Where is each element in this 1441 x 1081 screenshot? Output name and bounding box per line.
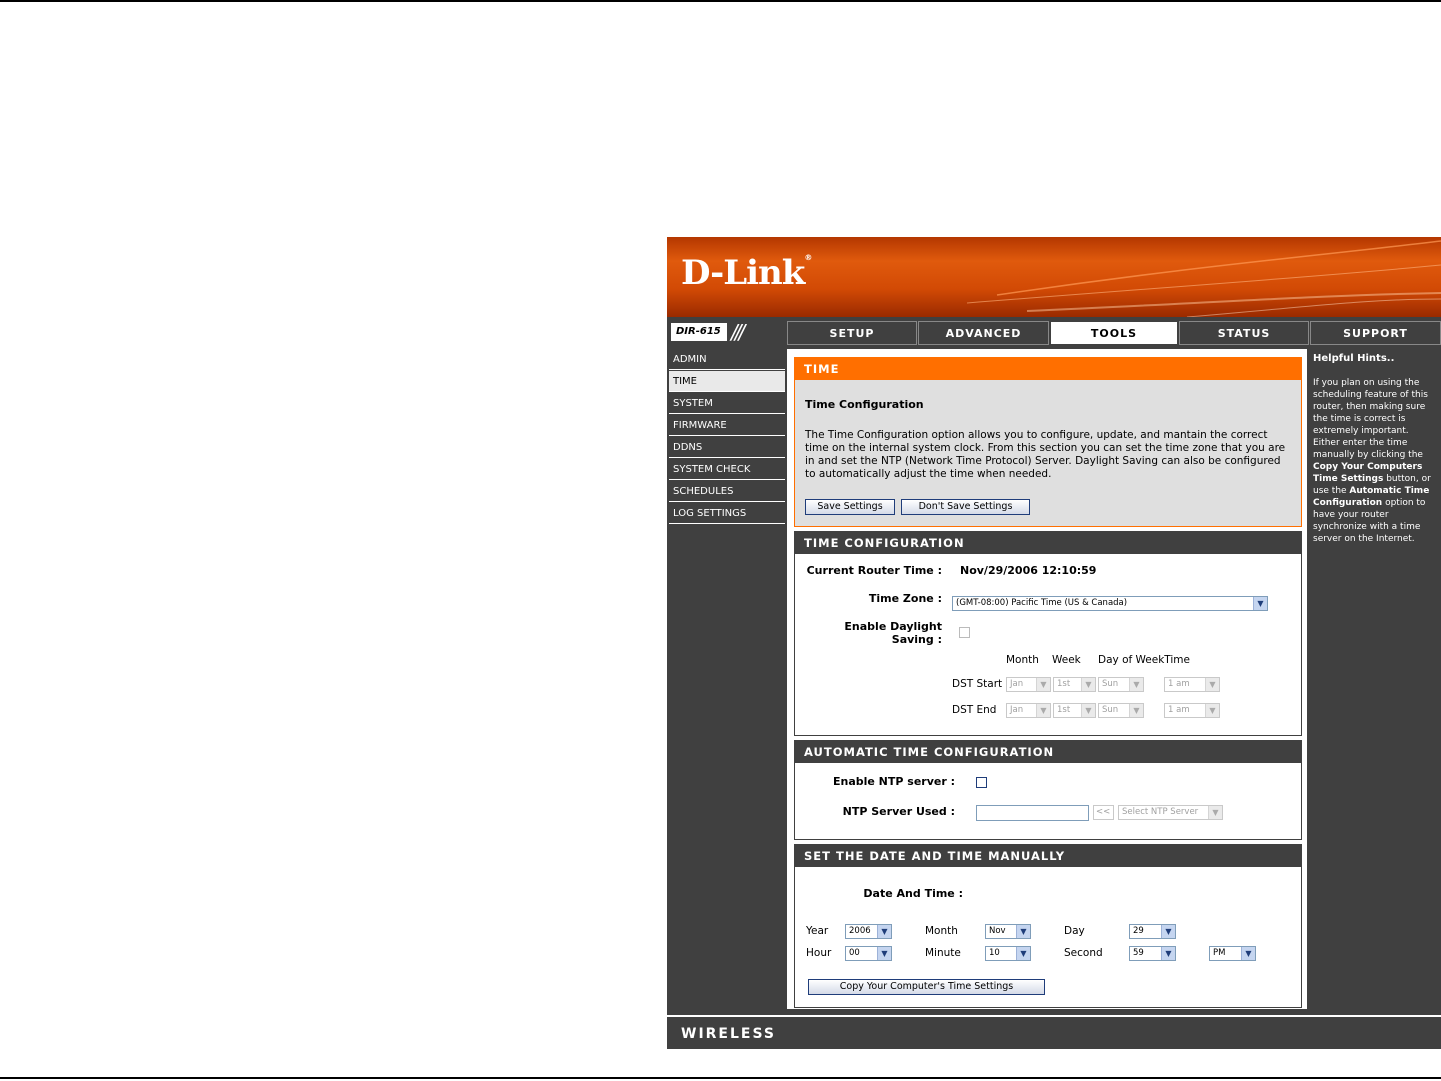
dst-week-column-label: Week xyxy=(1052,654,1081,666)
main-content: TIME Time Configuration The Time Configu… xyxy=(787,349,1307,1009)
enable-daylight-saving-label: Enable Daylight Saving : xyxy=(844,620,942,646)
chevron-down-icon: ▼ xyxy=(1205,704,1219,717)
helpful-hints-title: Helpful Hints.. xyxy=(1313,353,1395,364)
chevron-down-icon: ▼ xyxy=(1241,947,1255,960)
dst-end-time-select[interactable]: 1 am ▼ xyxy=(1164,703,1220,718)
sidebar-item-schedules[interactable]: SCHEDULES xyxy=(669,481,785,502)
chevron-down-icon: ▼ xyxy=(1205,678,1219,691)
current-router-time-label: Current Router Time : xyxy=(806,564,942,577)
top-nav: DIR-615 /// SETUP ADVANCED TOOLS STATUS … xyxy=(667,319,1441,347)
sidebar-item-log-settings[interactable]: LOG SETTINGS xyxy=(669,503,785,524)
day-select[interactable]: 29 ▼ xyxy=(1129,924,1176,939)
chevron-down-icon: ▼ xyxy=(877,925,891,938)
dst-end-month-select[interactable]: Jan ▼ xyxy=(1006,703,1051,718)
chevron-down-icon: ▼ xyxy=(1081,704,1095,717)
intro-header: TIME xyxy=(795,358,1301,380)
intro-description: The Time Configuration option allows you… xyxy=(805,429,1286,480)
chevron-down-icon: ▼ xyxy=(1253,597,1267,610)
manual-date-time-section: SET THE DATE AND TIME MANUALLY Date And … xyxy=(794,844,1302,1008)
tab-tools[interactable]: TOOLS xyxy=(1050,321,1178,345)
model-label: DIR-615 xyxy=(671,323,727,341)
ntp-server-used-label: NTP Server Used : xyxy=(842,805,955,818)
sidebar: ADMIN TIME SYSTEM FIRMWARE DDNS SYSTEM C… xyxy=(669,349,785,525)
time-configuration-header: TIME CONFIGURATION xyxy=(795,532,1301,554)
save-settings-button[interactable]: Save Settings xyxy=(805,499,895,515)
sidebar-item-ddns[interactable]: DDNS xyxy=(669,437,785,458)
dst-start-day-select[interactable]: Sun ▼ xyxy=(1098,677,1144,692)
hour-label: Hour xyxy=(806,947,832,959)
intro-title: Time Configuration xyxy=(805,398,924,411)
footer: WIRELESS xyxy=(667,1015,1441,1049)
dont-save-settings-button[interactable]: Don't Save Settings xyxy=(901,499,1030,515)
sidebar-item-system-check[interactable]: SYSTEM CHECK xyxy=(669,459,785,480)
chevron-down-icon: ▼ xyxy=(1016,947,1030,960)
dst-end-day-select[interactable]: Sun ▼ xyxy=(1098,703,1144,718)
ntp-server-input[interactable] xyxy=(976,805,1089,821)
dst-start-time-select[interactable]: 1 am ▼ xyxy=(1164,677,1220,692)
am-pm-select[interactable]: PM ▼ xyxy=(1209,946,1256,961)
ntp-server-select[interactable]: Select NTP Server ▼ xyxy=(1118,805,1223,820)
router-admin-page: D-Link® DIR-615 /// SETUP ADVANCED TOOLS… xyxy=(667,237,1441,1049)
enable-ntp-server-label: Enable NTP server : xyxy=(832,775,955,788)
chevron-down-icon: ▼ xyxy=(1208,806,1222,819)
chevron-down-icon: ▼ xyxy=(1036,678,1050,691)
sidebar-item-firmware[interactable]: FIRMWARE xyxy=(669,415,785,436)
month-select[interactable]: Nov ▼ xyxy=(985,924,1031,939)
footer-wireless-brand: WIRELESS xyxy=(681,1026,777,1042)
dst-start-label: DST Start xyxy=(952,678,1003,690)
chevron-down-icon: ▼ xyxy=(1016,925,1030,938)
sidebar-item-time[interactable]: TIME xyxy=(669,371,785,392)
helpful-hints-panel: Helpful Hints.. If you plan on using the… xyxy=(1309,349,1439,1009)
day-label: Day xyxy=(1064,925,1085,937)
chevron-down-icon: ▼ xyxy=(1036,704,1050,717)
month-label: Month xyxy=(925,925,958,937)
helpful-hints-text: If you plan on using the scheduling feat… xyxy=(1313,378,1431,544)
header-banner: D-Link® xyxy=(667,237,1441,317)
manual-date-time-header: SET THE DATE AND TIME MANUALLY xyxy=(795,845,1301,867)
model-tag: DIR-615 /// xyxy=(669,321,783,345)
current-router-time-value: Nov/29/2006 12:10:59 xyxy=(960,564,1097,577)
tab-support[interactable]: SUPPORT xyxy=(1310,321,1441,345)
minute-label: Minute xyxy=(925,947,961,959)
chevron-down-icon: ▼ xyxy=(1129,678,1143,691)
dst-start-week-select[interactable]: 1st ▼ xyxy=(1053,677,1096,692)
page-bottom-rule xyxy=(0,1077,1441,1079)
year-select[interactable]: 2006 ▼ xyxy=(845,924,892,939)
intro-section: TIME Time Configuration The Time Configu… xyxy=(794,357,1302,527)
chevron-down-icon: ▼ xyxy=(1081,678,1095,691)
dlink-logo: D-Link® xyxy=(681,253,812,293)
tab-setup[interactable]: SETUP xyxy=(787,321,917,345)
sidebar-item-system[interactable]: SYSTEM xyxy=(669,393,785,414)
minute-select[interactable]: 10 ▼ xyxy=(985,946,1031,961)
second-select[interactable]: 59 ▼ xyxy=(1129,946,1176,961)
copy-ntp-server-button[interactable]: << xyxy=(1093,805,1114,820)
second-label: Second xyxy=(1064,947,1103,959)
dst-month-column-label: Month xyxy=(1006,654,1039,666)
tab-advanced[interactable]: ADVANCED xyxy=(918,321,1049,345)
chevron-down-icon: ▼ xyxy=(877,947,891,960)
automatic-time-configuration-header: AUTOMATIC TIME CONFIGURATION xyxy=(795,741,1301,763)
dst-end-week-select[interactable]: 1st ▼ xyxy=(1053,703,1096,718)
tab-status[interactable]: STATUS xyxy=(1179,321,1309,345)
hour-select[interactable]: 00 ▼ xyxy=(845,946,892,961)
chevron-down-icon: ▼ xyxy=(1161,947,1175,960)
chevron-down-icon: ▼ xyxy=(1129,704,1143,717)
dst-day-time-column-label: Day of WeekTime xyxy=(1098,654,1190,666)
time-zone-label: Time Zone : xyxy=(868,592,942,605)
chevron-down-icon: ▼ xyxy=(1161,925,1175,938)
dst-start-month-select[interactable]: Jan ▼ xyxy=(1006,677,1051,692)
copy-computer-time-button[interactable]: Copy Your Computer's Time Settings xyxy=(808,979,1045,995)
time-zone-select[interactable]: (GMT-08:00) Pacific Time (US & Canada) ▼ xyxy=(952,596,1268,611)
date-and-time-label: Date And Time : xyxy=(863,887,963,900)
year-label: Year xyxy=(806,925,829,937)
dst-end-label: DST End xyxy=(952,704,997,716)
model-slashes: /// xyxy=(731,320,745,344)
automatic-time-configuration-section: AUTOMATIC TIME CONFIGURATION Enable NTP … xyxy=(794,740,1302,840)
sidebar-item-admin[interactable]: ADMIN xyxy=(669,349,785,370)
time-configuration-section: TIME CONFIGURATION Current Router Time :… xyxy=(794,531,1302,736)
enable-ntp-server-checkbox[interactable] xyxy=(976,777,987,788)
enable-daylight-saving-checkbox[interactable] xyxy=(959,627,970,638)
page-top-rule xyxy=(0,0,1441,2)
